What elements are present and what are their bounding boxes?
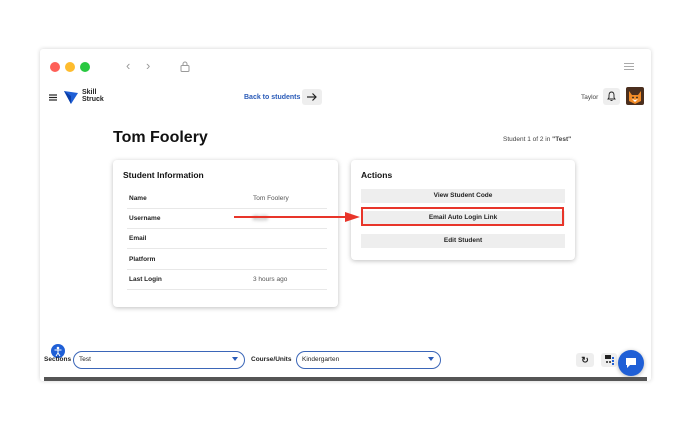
back-to-students-button[interactable] [302,89,322,105]
sections-select[interactable]: Test [73,351,245,369]
app-navbar: Skill Struck Back to students Taylor [40,85,651,111]
table-row: Platform [127,249,327,270]
table-row: Name Tom Foolery [127,188,327,209]
row-label: Name [129,195,147,202]
row-label: Email [129,235,147,242]
annotation-arrow-icon [234,212,360,222]
brand-line-2: Struck [82,96,104,103]
hamburger-menu-icon[interactable] [49,94,57,101]
chat-button[interactable] [618,350,644,376]
lock-icon [180,61,190,72]
back-to-students-link[interactable]: Back to students [244,94,300,101]
calculator-button[interactable] [601,353,617,367]
user-name[interactable]: Taylor [581,94,598,101]
page-title: Tom Foolery [113,129,208,146]
row-label: Username [129,215,161,222]
table-row: Email [127,228,327,249]
table-row: Last Login 3 hours ago [127,269,327,290]
settings-sliders-icon[interactable] [624,62,634,71]
sections-label: Sections [44,356,72,363]
row-label: Last Login [129,276,162,283]
skillstruck-logo-icon[interactable] [63,89,79,105]
user-avatar[interactable] [626,87,644,105]
brand-line-1: Skill [82,89,97,96]
calculator-icon [605,355,614,365]
minimize-window-icon[interactable] [65,62,75,72]
back-arrow-icon[interactable]: ‹ [126,58,130,73]
brand-name[interactable]: Skill Struck [82,89,104,103]
chevron-down-icon [428,357,434,361]
student-counter-section: "Test" [552,136,572,143]
course-units-select-value: Kindergarten [302,356,340,363]
forward-arrow-icon[interactable]: › [146,58,150,73]
student-counter: Student 1 of 2 in "Test" [503,136,571,143]
course-units-select[interactable]: Kindergarten [296,351,441,369]
close-window-icon[interactable] [50,62,60,72]
edit-student-button[interactable]: Edit Student [361,234,565,248]
row-label: Platform [129,256,156,263]
chat-bubble-icon [626,358,636,368]
fox-avatar-icon [629,91,641,104]
refresh-button[interactable]: ↻ [576,353,594,367]
horizontal-scrollbar[interactable] [44,377,647,381]
arrow-right-icon [307,93,317,101]
student-information-title: Student Information [123,170,204,180]
browser-window: ‹ › Skill Struck Back to students Taylor… [40,49,651,381]
student-counter-text: Student 1 of 2 in [503,136,553,143]
row-value: 3 hours ago [253,276,288,283]
row-value: Tom Foolery [253,195,289,202]
course-units-label: Course/Units [251,356,292,363]
bell-icon [607,91,616,101]
refresh-icon: ↻ [581,355,589,365]
view-student-code-button[interactable]: View Student Code [361,189,565,203]
highlight-box [361,207,564,226]
maximize-window-icon[interactable] [80,62,90,72]
notifications-button[interactable] [603,88,620,105]
actions-title: Actions [361,170,393,180]
chevron-down-icon [232,357,238,361]
sections-select-value: Test [79,356,91,363]
student-information-card: Student Information Name Tom Foolery Use… [113,160,338,307]
